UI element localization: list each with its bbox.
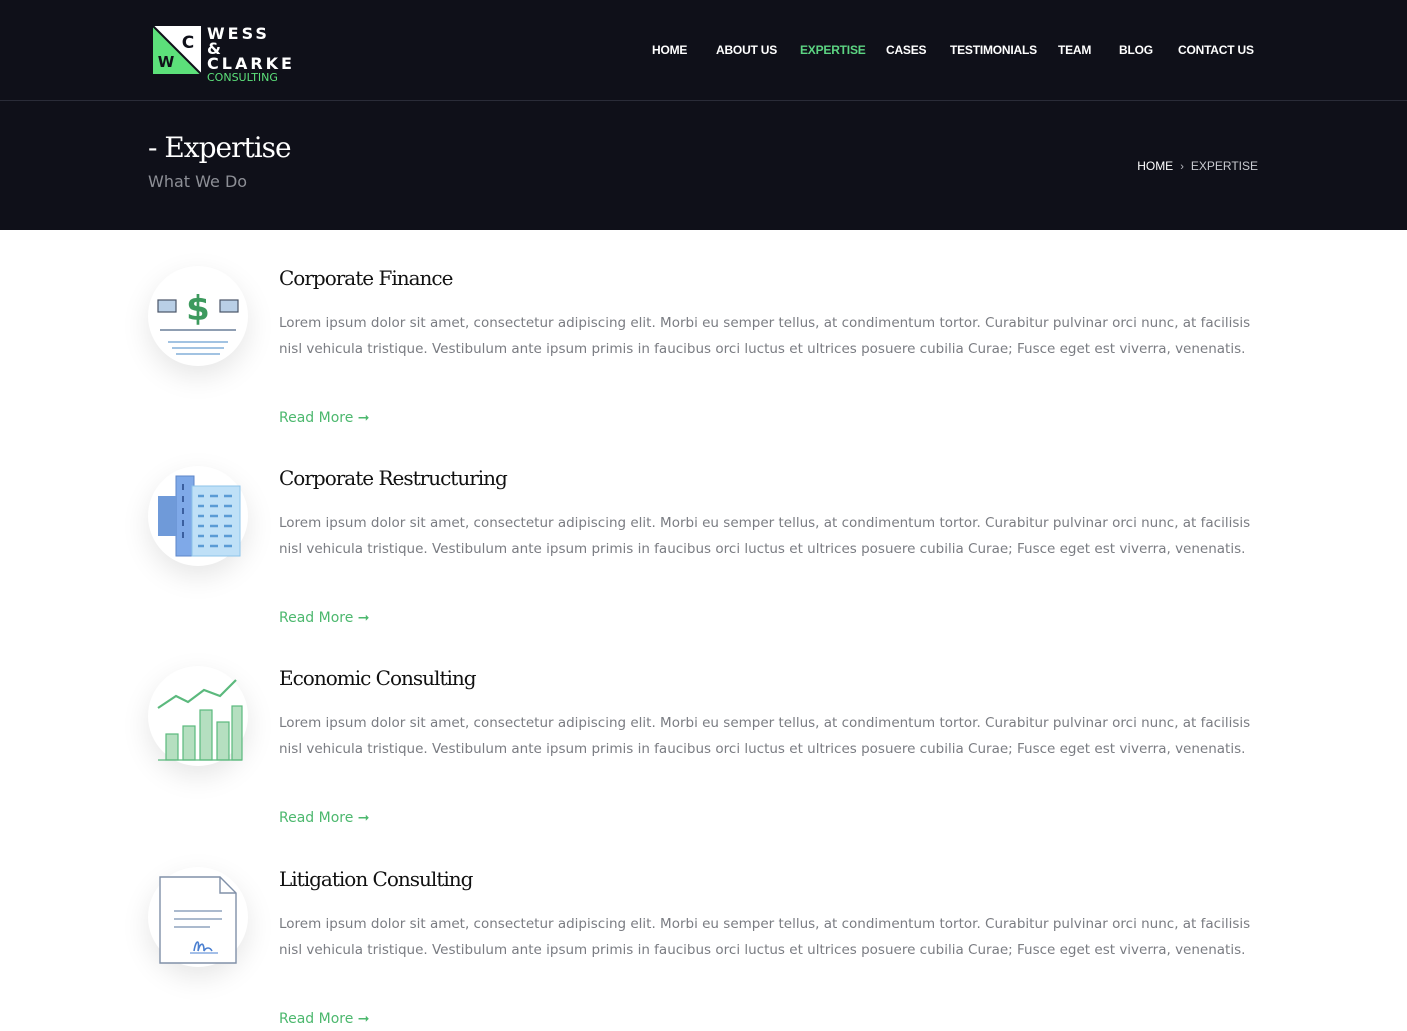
service-icon-circle: [148, 466, 248, 566]
read-more-link[interactable]: Read More ➞: [279, 610, 370, 626]
service-litigation-consulting: Litigation Consulting Lorem ipsum dolor …: [0, 831, 1407, 1031]
service-title: Corporate Finance: [279, 266, 453, 290]
nav-blog[interactable]: BLOG: [1119, 43, 1153, 57]
service-corporate-finance: $ Corporate Finance Lorem ipsum dolor si…: [0, 230, 1407, 430]
service-title: Economic Consulting: [279, 666, 477, 690]
nav-cases[interactable]: CASES: [886, 43, 927, 57]
service-corporate-restructuring: Corporate Restructuring Lorem ipsum dolo…: [0, 430, 1407, 630]
chevron-right-icon: ›: [1180, 161, 1184, 173]
nav-expertise[interactable]: EXPERTISE: [800, 43, 866, 57]
main-menu: HOME ABOUT US EXPERTISE CASES TESTIMONIA…: [0, 43, 1407, 59]
signed-document-icon: [159, 876, 237, 964]
service-economic-consulting: Economic Consulting Lorem ipsum dolor si…: [0, 630, 1407, 830]
page-title: - Expertise: [148, 131, 292, 164]
service-icon-circle: $: [148, 266, 248, 366]
nav-contact-us[interactable]: CONTACT US: [1178, 43, 1254, 57]
top-navbar: C W WESS & CLARKE CONSULTING HOME ABOUT …: [0, 0, 1407, 101]
svg-text:$: $: [186, 289, 210, 329]
bar-chart-icon: [157, 679, 243, 761]
read-more-link[interactable]: Read More ➞: [279, 810, 370, 826]
money-check-icon: $: [157, 289, 239, 355]
breadcrumb-current: EXPERTISE: [1190, 159, 1258, 173]
read-more-link[interactable]: Read More ➞: [279, 410, 370, 426]
service-description: Lorem ipsum dolor sit amet, consectetur …: [279, 315, 1251, 357]
nav-testimonials[interactable]: TESTIMONIALS: [950, 43, 1037, 57]
page-subtitle: What We Do: [148, 172, 248, 191]
service-icon-circle: [148, 867, 248, 967]
nav-home[interactable]: HOME: [652, 43, 687, 57]
nav-about-us[interactable]: ABOUT US: [716, 43, 777, 57]
breadcrumb-home[interactable]: HOME: [1137, 159, 1173, 173]
nav-team[interactable]: TEAM: [1058, 43, 1091, 57]
read-more-link[interactable]: Read More ➞: [279, 1011, 370, 1027]
office-buildings-icon: [154, 472, 242, 560]
service-description: Lorem ipsum dolor sit amet, consectetur …: [279, 515, 1251, 557]
service-description: Lorem ipsum dolor sit amet, consectetur …: [279, 916, 1251, 958]
service-title: Corporate Restructuring: [279, 466, 508, 490]
service-icon-circle: [148, 666, 248, 766]
service-title: Litigation Consulting: [279, 867, 473, 891]
breadcrumb: HOME › EXPERTISE: [1137, 159, 1258, 173]
service-description: Lorem ipsum dolor sit amet, consectetur …: [279, 715, 1251, 757]
logo-line-3: CONSULTING: [207, 71, 278, 84]
